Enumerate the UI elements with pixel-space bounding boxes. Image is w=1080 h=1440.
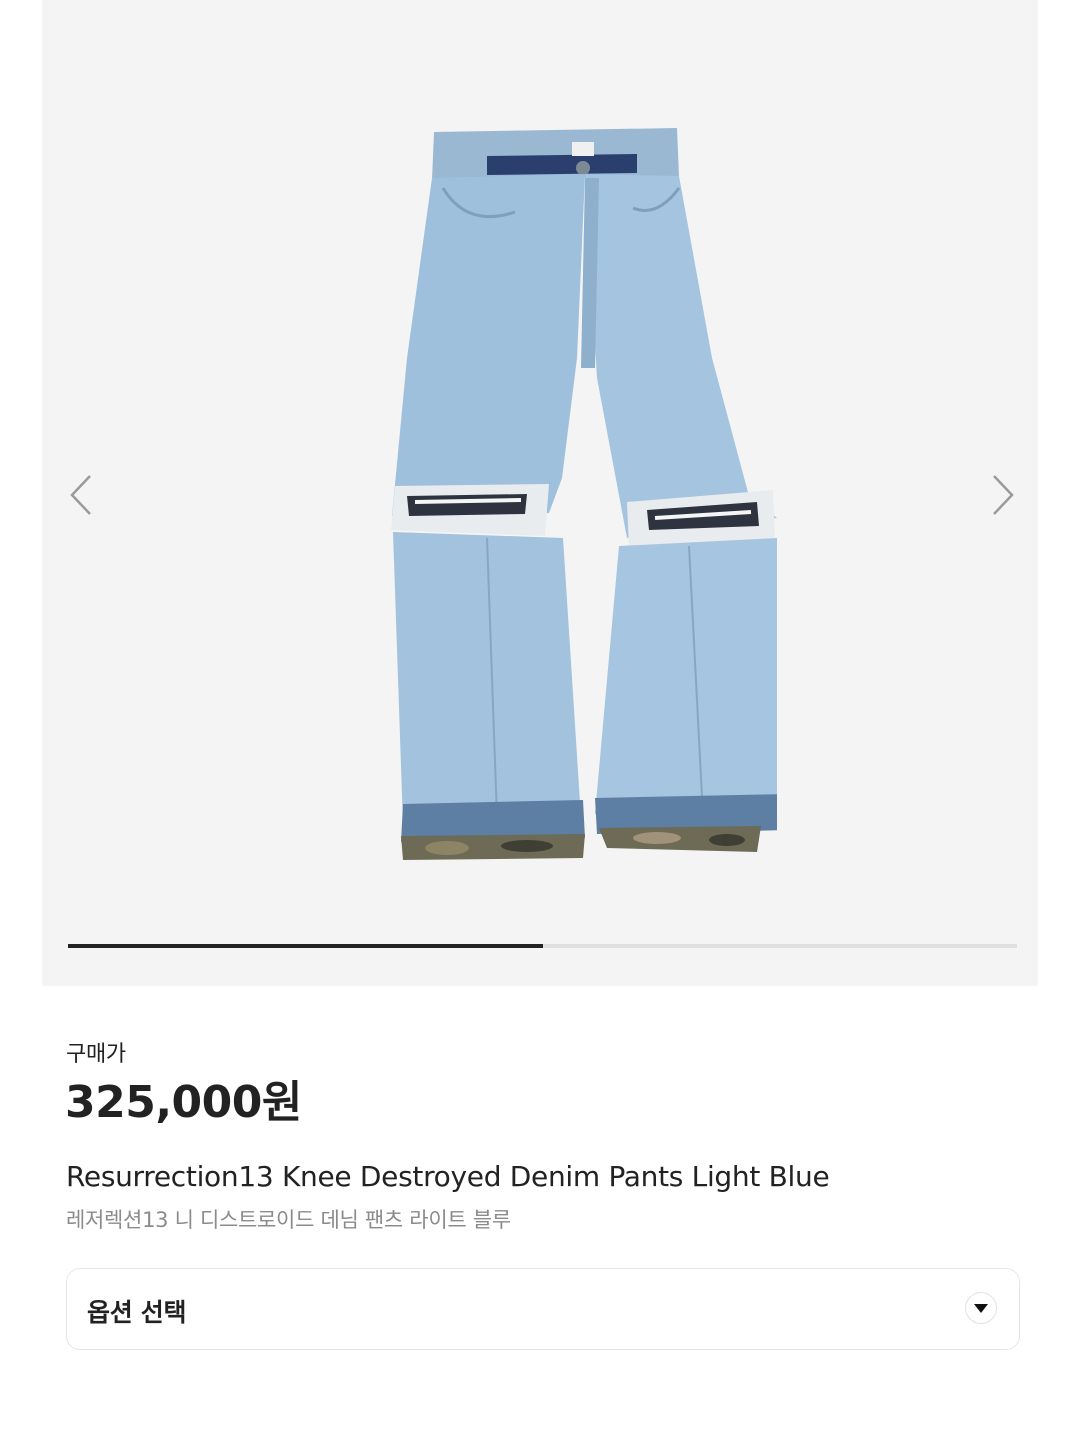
product-title: Resurrection13 Knee Destroyed Denim Pant… — [66, 1160, 830, 1193]
product-image — [391, 128, 777, 860]
product-subtitle: 레저렉션13 니 디스트로이드 데님 팬츠 라이트 블루 — [66, 1208, 511, 1232]
option-select-dropdown[interactable]: 옵션 선택 — [66, 1268, 1020, 1350]
gallery-prev-button[interactable] — [60, 470, 100, 520]
gallery-progress-fill — [68, 944, 543, 948]
chevron-left-icon — [70, 475, 91, 515]
price-label: 구매가 — [66, 1042, 126, 1067]
gallery-progress-bar — [68, 944, 1017, 948]
caret-down-icon — [965, 1292, 997, 1324]
price-value: 325,000원 — [65, 1077, 302, 1128]
chevron-right-icon — [993, 475, 1014, 515]
product-image-gallery[interactable] — [42, 0, 1038, 986]
option-select-label: 옵션 선택 — [87, 1298, 187, 1327]
gallery-next-button[interactable] — [984, 470, 1024, 520]
